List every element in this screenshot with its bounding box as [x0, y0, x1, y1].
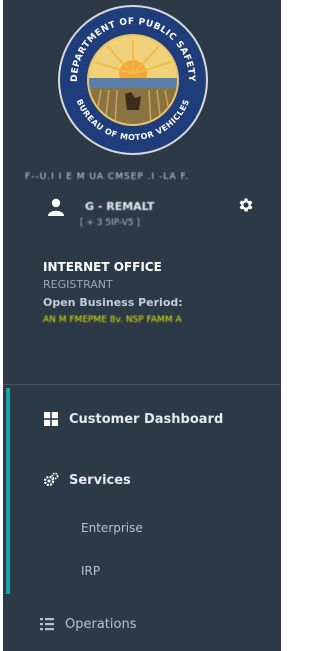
- nav-enterprise[interactable]: Enterprise: [81, 521, 143, 535]
- divider: [3, 384, 281, 385]
- nav-services-label: Services: [69, 472, 131, 488]
- user-icon: [47, 198, 65, 216]
- nav-customer-dashboard-label: Customer Dashboard: [69, 411, 224, 427]
- business-period-label: Open Business Period:: [43, 296, 183, 309]
- gear-icon[interactable]: [237, 196, 255, 214]
- user-sub-info: [ + 3 5IP-V5 ]: [80, 218, 140, 228]
- cogs-icon: [43, 472, 59, 488]
- sidebar: DEPARTMENT OF PUBLIC SAFETY BUREAU OF MO…: [3, 0, 281, 651]
- dashboard-icon: [43, 411, 59, 427]
- nav-services[interactable]: Services: [43, 469, 131, 491]
- location-line: F--U.I I E M UA CMSEP .I -LA F.: [25, 172, 190, 182]
- office-info: INTERNET OFFICE REGISTRANT Open Business…: [43, 258, 273, 328]
- nav-operations-label: Operations: [65, 616, 137, 632]
- user-info: G - REMALT [ + 3 5IP-V5 ]: [47, 196, 247, 236]
- nav-irp[interactable]: IRP: [81, 564, 100, 578]
- nav-customer-dashboard[interactable]: Customer Dashboard: [43, 408, 223, 430]
- nav-operations[interactable]: Operations: [39, 613, 136, 635]
- user-name: G - REMALT: [85, 200, 155, 213]
- list-icon: [39, 616, 55, 632]
- office-title: INTERNET OFFICE: [43, 260, 162, 274]
- active-section-indicator: [6, 388, 10, 594]
- business-period-value: AN M FMEPME 8v. NSP FAMM A: [43, 315, 182, 325]
- office-role: REGISTRANT: [43, 278, 113, 291]
- bmv-seal-logo: DEPARTMENT OF PUBLIC SAFETY BUREAU OF MO…: [55, 2, 211, 158]
